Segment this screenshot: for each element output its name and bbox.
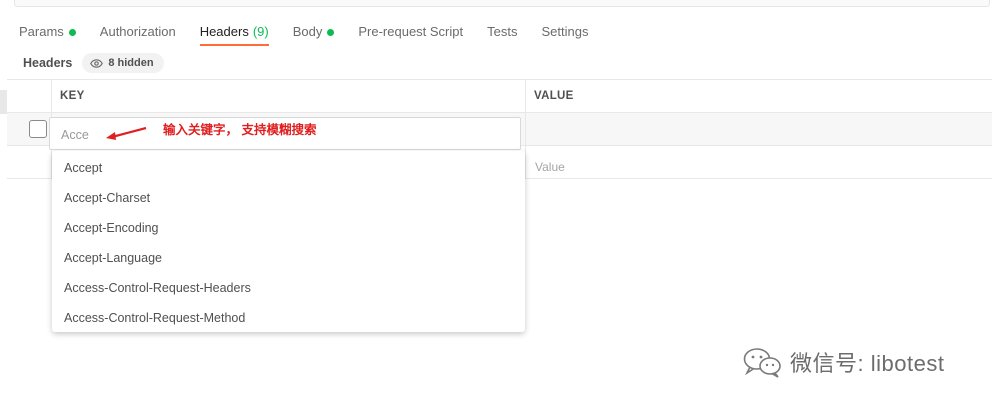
autocomplete-option[interactable]: Accept-Language	[52, 243, 525, 273]
autocomplete-option[interactable]: Accept-Charset	[52, 183, 525, 213]
watermark-text: 微信号: libotest	[790, 351, 945, 376]
row-check-cell	[7, 113, 52, 145]
value-header-label: VALUE	[534, 90, 574, 102]
autocomplete-option[interactable]: Accept	[52, 153, 525, 183]
tab-params-label: Params	[19, 24, 64, 39]
tab-authorization-label: Authorization	[99, 24, 176, 39]
autocomplete-option[interactable]: Access-Control-Request-Method	[52, 303, 525, 333]
hidden-count-label: 8 hidden	[108, 57, 154, 69]
value-field-placeholder[interactable]: Value	[535, 160, 565, 174]
autocomplete-dropdown: Accept Accept-Charset Accept-Encoding Ac…	[52, 151, 525, 332]
annotation-arrow-icon	[106, 126, 147, 140]
tab-headers-label: Headers	[199, 24, 249, 39]
key-header-label: KEY	[60, 90, 85, 102]
tab-tests-label: Tests	[487, 24, 518, 39]
row-value-cell[interactable]	[526, 113, 992, 145]
autocomplete-option[interactable]: Access-Control-Request-Headers	[52, 273, 525, 303]
key-input-text: Acce	[61, 128, 89, 142]
tab-headers[interactable]: Headers (9)	[199, 18, 269, 46]
hidden-headers-toggle[interactable]: 8 hidden	[82, 53, 164, 73]
tab-tests[interactable]: Tests	[487, 18, 517, 46]
tab-body[interactable]: Body	[293, 18, 335, 46]
tab-pre-request-script-label: Pre-request Script	[358, 24, 464, 39]
tab-settings-label: Settings	[541, 24, 589, 39]
tab-body-label: Body	[292, 24, 323, 39]
key-column-header: KEY	[52, 80, 526, 112]
headers-subheader: Headers 8 hidden	[23, 53, 164, 73]
top-strip	[0, 0, 992, 12]
value-column-header: VALUE	[526, 80, 992, 112]
wechat-icon	[743, 348, 781, 378]
new-value-cell[interactable]	[526, 146, 992, 178]
table-header-row: KEY VALUE	[7, 79, 992, 113]
tab-pre-request-script[interactable]: Pre-request Script	[358, 18, 463, 46]
header-check-cell	[7, 80, 52, 112]
row-enable-checkbox[interactable]	[29, 120, 47, 138]
tab-settings[interactable]: Settings	[541, 18, 588, 46]
left-edge-marker	[0, 90, 7, 114]
annotation-text: 输入关键字， 支持模糊搜索	[163, 123, 317, 137]
tab-authorization[interactable]: Authorization	[100, 18, 176, 46]
body-status-dot	[327, 28, 335, 36]
request-url-bar[interactable]	[14, 0, 990, 7]
tab-headers-count: (9)	[252, 24, 269, 39]
autocomplete-option[interactable]: Accept-Encoding	[52, 213, 525, 243]
tab-params[interactable]: Params	[19, 18, 76, 46]
eye-icon	[90, 58, 104, 68]
headers-section-title: Headers	[23, 56, 73, 70]
params-status-dot	[68, 28, 76, 36]
watermark: 微信号: libotest	[742, 346, 944, 378]
row-check-cell	[7, 146, 52, 178]
request-tabs: Params Authorization Headers (9) Body Pr…	[0, 18, 612, 48]
